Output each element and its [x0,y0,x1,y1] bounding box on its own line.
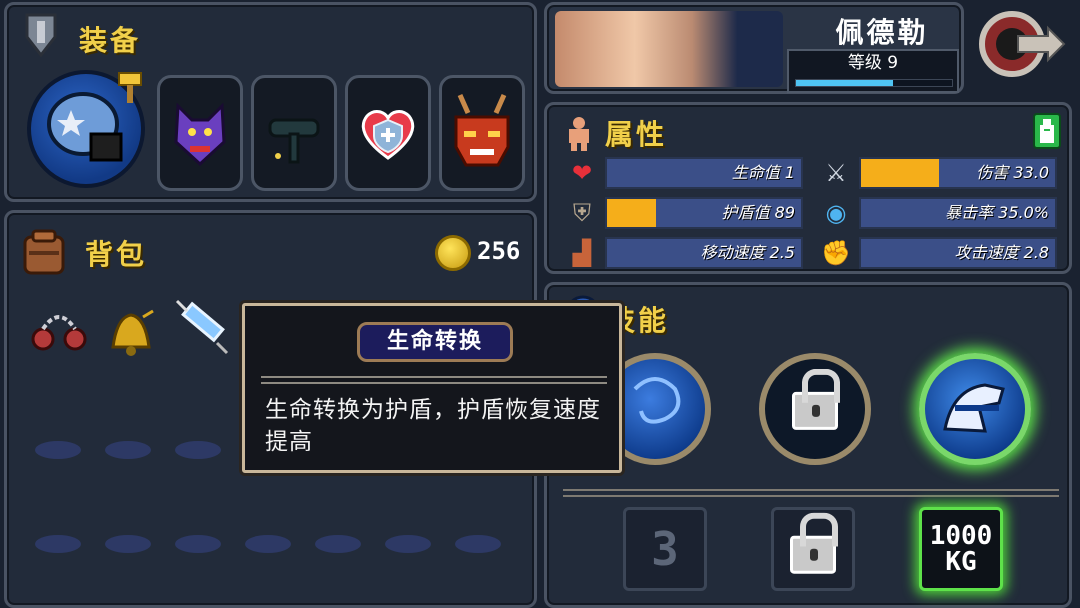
empty-slot[interactable] [245,535,291,553]
attr-attack-speed: ✊ 攻击速度 2.8 [817,237,1059,269]
attr-bar: 攻击速度 2.8 [859,237,1057,269]
empty-slot[interactable] [175,441,221,459]
attr-bar: 伤害 33.0 [859,157,1057,189]
backpack-title: 背包 [85,238,148,271]
attr-crit: ◉ 暴击率 35.0% [817,197,1059,229]
attr-shield: ⛨ 护盾值 89 [563,197,805,229]
attr-damage: ⚔ 伤害 33.0 [817,157,1059,189]
empty-slot[interactable] [35,441,81,459]
equipment-title: 装备 [79,24,142,57]
tooltip-divider [261,376,607,384]
skill-tooltip: 生命转换 生命转换为护盾，护盾恢复速度提高 [242,303,622,473]
tooltip-title: 生命转换 [357,322,513,362]
fist-icon: ✊ [821,239,851,267]
syringe-icon[interactable] [171,297,233,359]
body-icon [569,117,589,151]
attr-bar-fill [607,199,656,227]
attr-label: 伤害 33.0 [976,163,1049,182]
equip-slot-helmet[interactable] [157,75,243,191]
attributes-title: 属性 [605,118,668,151]
empty-slot[interactable] [105,535,151,553]
empty-slot[interactable] [385,535,431,553]
attr-health: ❤ 生命值 1 [563,157,805,189]
hammer-icon [118,72,142,103]
black-belt-icon [268,118,320,164]
lock-icon [792,368,840,430]
xp-bar-fill [796,80,893,86]
skills-panel: 技能 3 1000 KG [544,282,1072,608]
attr-bar: 移动速度 2.5 [605,237,803,269]
heart-icon: ❤ [571,159,593,187]
empty-slot[interactable] [455,535,501,553]
equipment-panel: 装备 [4,2,537,202]
hero-name: 佩德勒 [835,16,929,49]
attr-move-speed: ▟ 移动速度 2.5 [563,237,805,269]
attr-label: 生命值 1 [731,163,795,182]
equip-slot-shield[interactable] [345,75,431,191]
equip-slot-belt[interactable] [251,75,337,191]
lock-icon [790,512,838,574]
coin-icon [435,235,471,271]
boot-icon: ▟ [572,239,592,267]
attr-label: 移动速度 2.5 [700,243,795,262]
skills-divider [563,489,1059,497]
coin-count: 256 [477,237,521,265]
attr-bar: 暴击率 35.0% [859,197,1057,229]
oni-mask-icon [454,93,510,167]
skill-slot-3[interactable] [919,353,1031,465]
eye-icon: ◉ [825,199,847,227]
sword-icon: ⚔ [825,159,847,187]
empty-slot[interactable] [175,535,221,553]
skill-slot-2[interactable] [759,353,871,465]
talent-badge: 3 [651,522,679,576]
equip-slot-mask[interactable] [439,75,525,191]
attr-bar: 生命值 1 [605,157,803,189]
talent-weight-label: 1000 KG [929,521,993,577]
xp-bar [795,79,953,87]
shield-icon: ⛨ [573,199,591,227]
back-arrow-button[interactable] [978,8,1066,80]
empty-slot[interactable] [315,535,361,553]
talent-slot-2[interactable] [771,507,855,591]
potion-button[interactable] [1033,113,1061,149]
heart-shield-icon [361,110,415,160]
level-box: 等级 9 [787,49,959,93]
attr-bar: 护盾值 89 [605,197,803,229]
tooltip-description: 生命转换为护盾，护盾恢复速度提高 [265,397,601,455]
attributes-panel: 属性 ❤ 生命值 1 ⚔ 伤害 33.0 ⛨ 护盾值 89 ◉ 暴击率 35.0… [544,102,1072,274]
attr-label: 护盾值 89 [721,203,795,222]
empty-slot[interactable] [105,441,151,459]
punch-skill-icon [943,383,1005,433]
hero-portrait [555,11,783,87]
attr-label: 攻击速度 2.8 [954,243,1049,262]
talent-slot-3[interactable]: 1000 KG [919,507,1003,591]
golden-bell-icon[interactable] [103,303,159,359]
attr-bar-fill [861,159,939,187]
wolf-helmet-icon [174,102,226,167]
backpack-icon [23,229,65,275]
spiked-chain-icon[interactable] [29,299,89,355]
potion-icon [1040,119,1054,143]
hero-panel: 佩德勒 等级 9 [544,2,964,94]
attr-label: 暴击率 35.0% [945,203,1049,222]
talent-slot-1[interactable]: 3 [623,507,707,591]
empty-slot[interactable] [35,535,81,553]
level-label: 等级 9 [847,53,899,73]
armor-icon [25,13,57,57]
